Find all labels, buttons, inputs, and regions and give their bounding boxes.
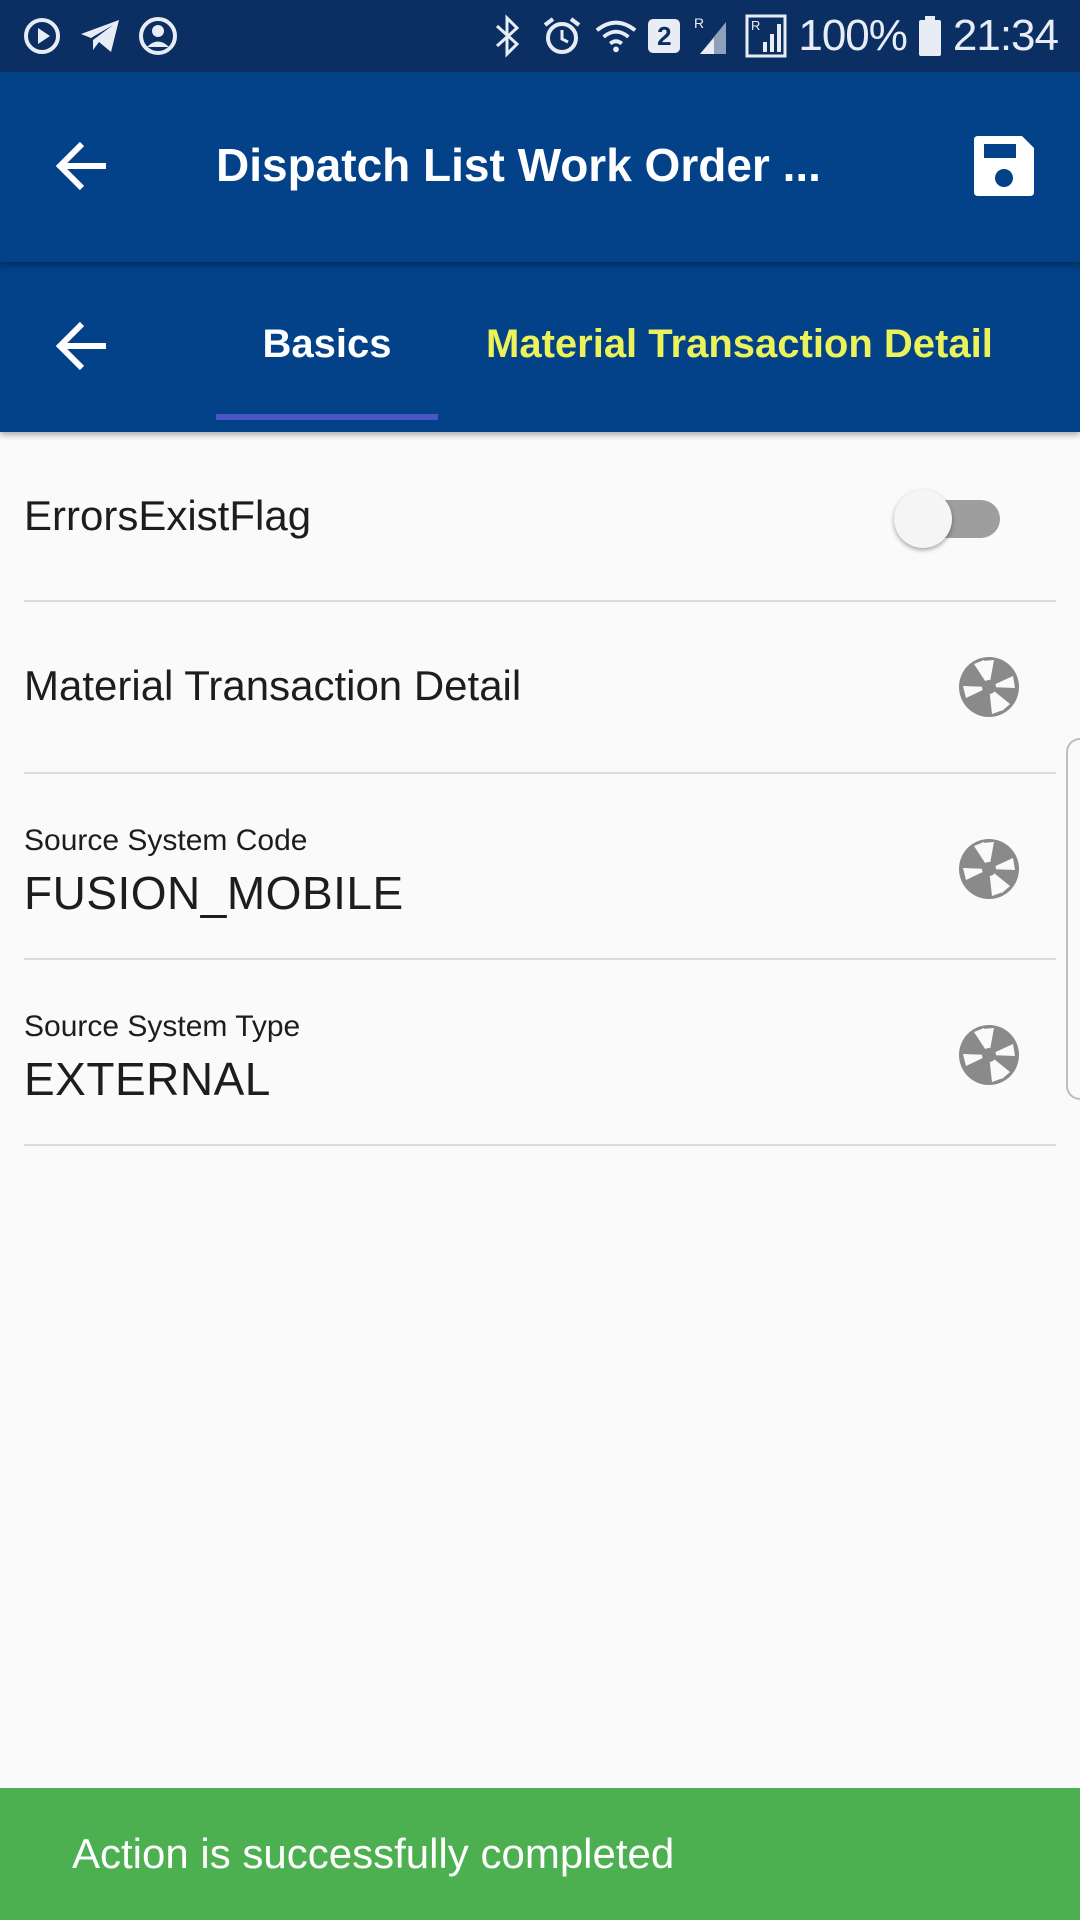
alarm-icon xyxy=(540,14,584,58)
sim-badge: 2 xyxy=(648,19,681,53)
arrow-left-icon xyxy=(55,321,106,371)
clock: 21:34 xyxy=(952,11,1059,60)
source-system-type-row: Source System Type EXTERNAL xyxy=(24,960,1056,1146)
aperture-icon[interactable] xyxy=(958,838,1020,900)
tab-back-button[interactable] xyxy=(52,316,112,376)
tab-bar: Basics Material Transaction Detail xyxy=(0,262,1080,432)
back-button[interactable] xyxy=(52,136,112,196)
arrow-left-icon xyxy=(55,141,106,191)
roaming-signal-icon: R xyxy=(744,14,788,58)
material-transaction-detail-row[interactable]: Material Transaction Detail xyxy=(24,602,1056,774)
errors-exist-flag-toggle[interactable] xyxy=(894,486,1006,550)
source-system-type-label: Source System Type xyxy=(24,1010,301,1043)
svg-text:R: R xyxy=(694,15,704,31)
battery-icon xyxy=(917,14,943,58)
material-transaction-detail-label: Material Transaction Detail xyxy=(24,662,522,709)
app-bar: Dispatch List Work Order ... xyxy=(0,72,1080,262)
telegram-icon xyxy=(78,14,122,58)
errors-exist-flag-row: ErrorsExistFlag xyxy=(24,432,1056,602)
tab-indicator xyxy=(216,414,438,420)
signal-icon: R xyxy=(690,14,734,58)
bluetooth-icon xyxy=(486,14,530,58)
source-system-code-row: Source System Code FUSION_MOBILE xyxy=(24,774,1056,960)
aperture-icon[interactable] xyxy=(958,656,1020,718)
snackbar-message: Action is successfully completed xyxy=(72,1830,675,1877)
status-bar: 2 R R 100% 21:34 xyxy=(0,0,1080,72)
save-icon xyxy=(974,136,1034,196)
tab-basics[interactable]: Basics xyxy=(216,322,438,367)
source-system-type-value: EXTERNAL xyxy=(24,1053,271,1105)
tab-material-transaction-detail[interactable]: Material Transaction Detail xyxy=(486,322,993,367)
wifi-icon xyxy=(594,14,638,58)
media-play-icon xyxy=(20,14,64,58)
page-title: Dispatch List Work Order ... xyxy=(216,139,821,191)
source-system-code-value: FUSION_MOBILE xyxy=(24,867,404,919)
battery-percent: 100% xyxy=(798,11,908,60)
edge-panel-handle[interactable] xyxy=(1066,738,1080,1100)
account-icon xyxy=(136,14,180,58)
aperture-icon[interactable] xyxy=(958,1024,1020,1086)
source-system-code-label: Source System Code xyxy=(24,824,308,857)
save-button[interactable] xyxy=(972,134,1036,198)
svg-text:R: R xyxy=(751,18,760,33)
errors-exist-flag-label: ErrorsExistFlag xyxy=(24,492,312,539)
snackbar: Action is successfully completed xyxy=(0,1788,1080,1920)
